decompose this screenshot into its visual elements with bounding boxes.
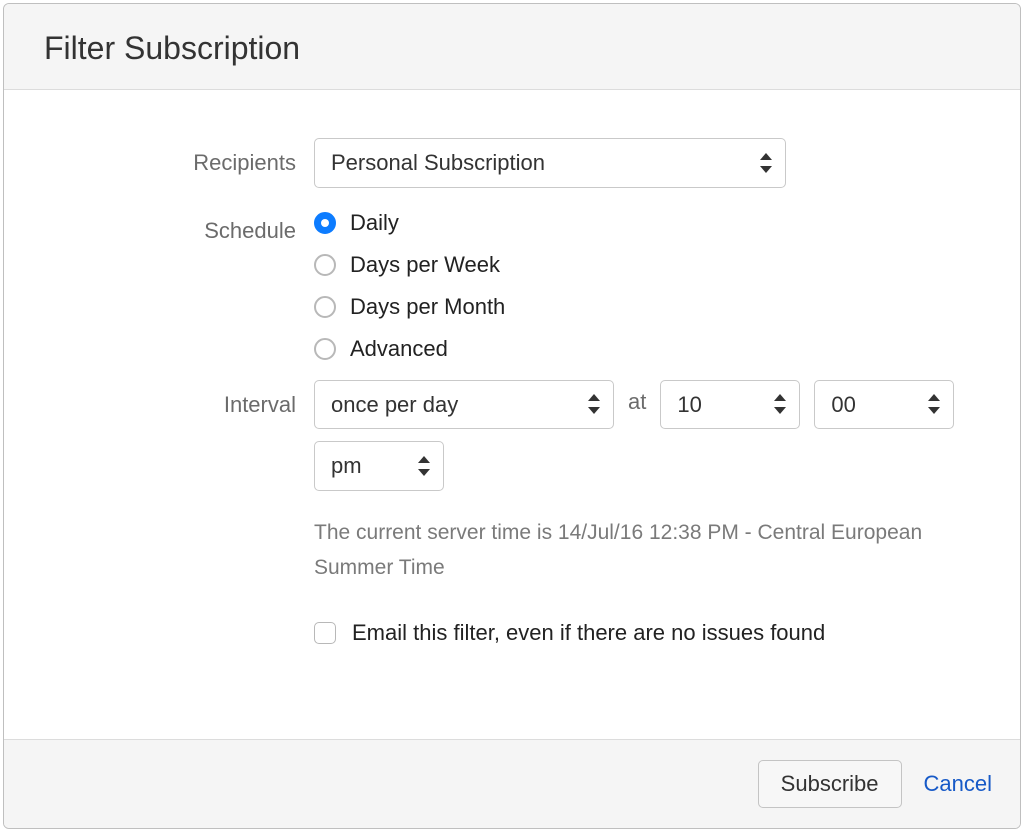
interval-frequency-value: once per day [331,392,458,417]
interval-line-1: once per day at 10 00 [314,380,980,430]
recipients-label: Recipients [44,138,314,176]
select-caret-icon [587,393,601,415]
interval-ampm-select[interactable]: pm [314,441,444,491]
schedule-option-days-per-week[interactable]: Days per Week [314,252,980,278]
filter-subscription-dialog: Filter Subscription Recipients Personal … [3,3,1021,829]
radio-icon [314,296,336,318]
dialog-footer: Subscribe Cancel [4,739,1020,828]
schedule-field: Daily Days per Week Days per Month Advan… [314,206,980,362]
email-always-row[interactable]: Email this filter, even if there are no … [314,620,980,646]
email-always-checkbox[interactable] [314,622,336,644]
select-caret-icon [927,393,941,415]
interval-hour-select[interactable]: 10 [660,380,800,430]
interval-hour-value: 10 [677,392,701,417]
radio-label: Days per Month [350,294,505,320]
dialog-title: Filter Subscription [44,30,980,67]
server-time-hint: The current server time is 14/Jul/16 12:… [314,515,974,586]
cancel-link[interactable]: Cancel [924,771,992,797]
row-interval: Interval once per day at 10 00 [44,380,980,646]
interval-line-2: pm [314,441,980,491]
recipients-select[interactable]: Personal Subscription [314,138,786,188]
dialog-header: Filter Subscription [4,4,1020,90]
interval-minute-value: 00 [831,392,855,417]
radio-icon [314,254,336,276]
radio-label: Daily [350,210,399,236]
radio-label: Advanced [350,336,448,362]
select-caret-icon [759,152,773,174]
schedule-option-days-per-month[interactable]: Days per Month [314,294,980,320]
radio-icon [314,338,336,360]
interval-field: once per day at 10 00 pm [314,380,980,646]
interval-ampm-value: pm [331,453,362,478]
select-caret-icon [417,455,431,477]
recipients-value: Personal Subscription [331,150,545,175]
schedule-option-advanced[interactable]: Advanced [314,336,980,362]
select-caret-icon [773,393,787,415]
schedule-label: Schedule [44,206,314,244]
row-schedule: Schedule Daily Days per Week Days per Mo… [44,206,980,362]
schedule-radio-list: Daily Days per Week Days per Month Advan… [314,206,980,362]
recipients-field: Personal Subscription [314,138,980,188]
interval-minute-select[interactable]: 00 [814,380,954,430]
dialog-body: Recipients Personal Subscription Schedul… [4,90,1020,739]
row-recipients: Recipients Personal Subscription [44,138,980,188]
email-always-label: Email this filter, even if there are no … [352,620,825,646]
subscribe-button[interactable]: Subscribe [758,760,902,808]
radio-label: Days per Week [350,252,500,278]
schedule-option-daily[interactable]: Daily [314,210,980,236]
interval-at-label: at [628,389,646,415]
radio-icon [314,212,336,234]
interval-label: Interval [44,380,314,418]
interval-frequency-select[interactable]: once per day [314,380,614,430]
